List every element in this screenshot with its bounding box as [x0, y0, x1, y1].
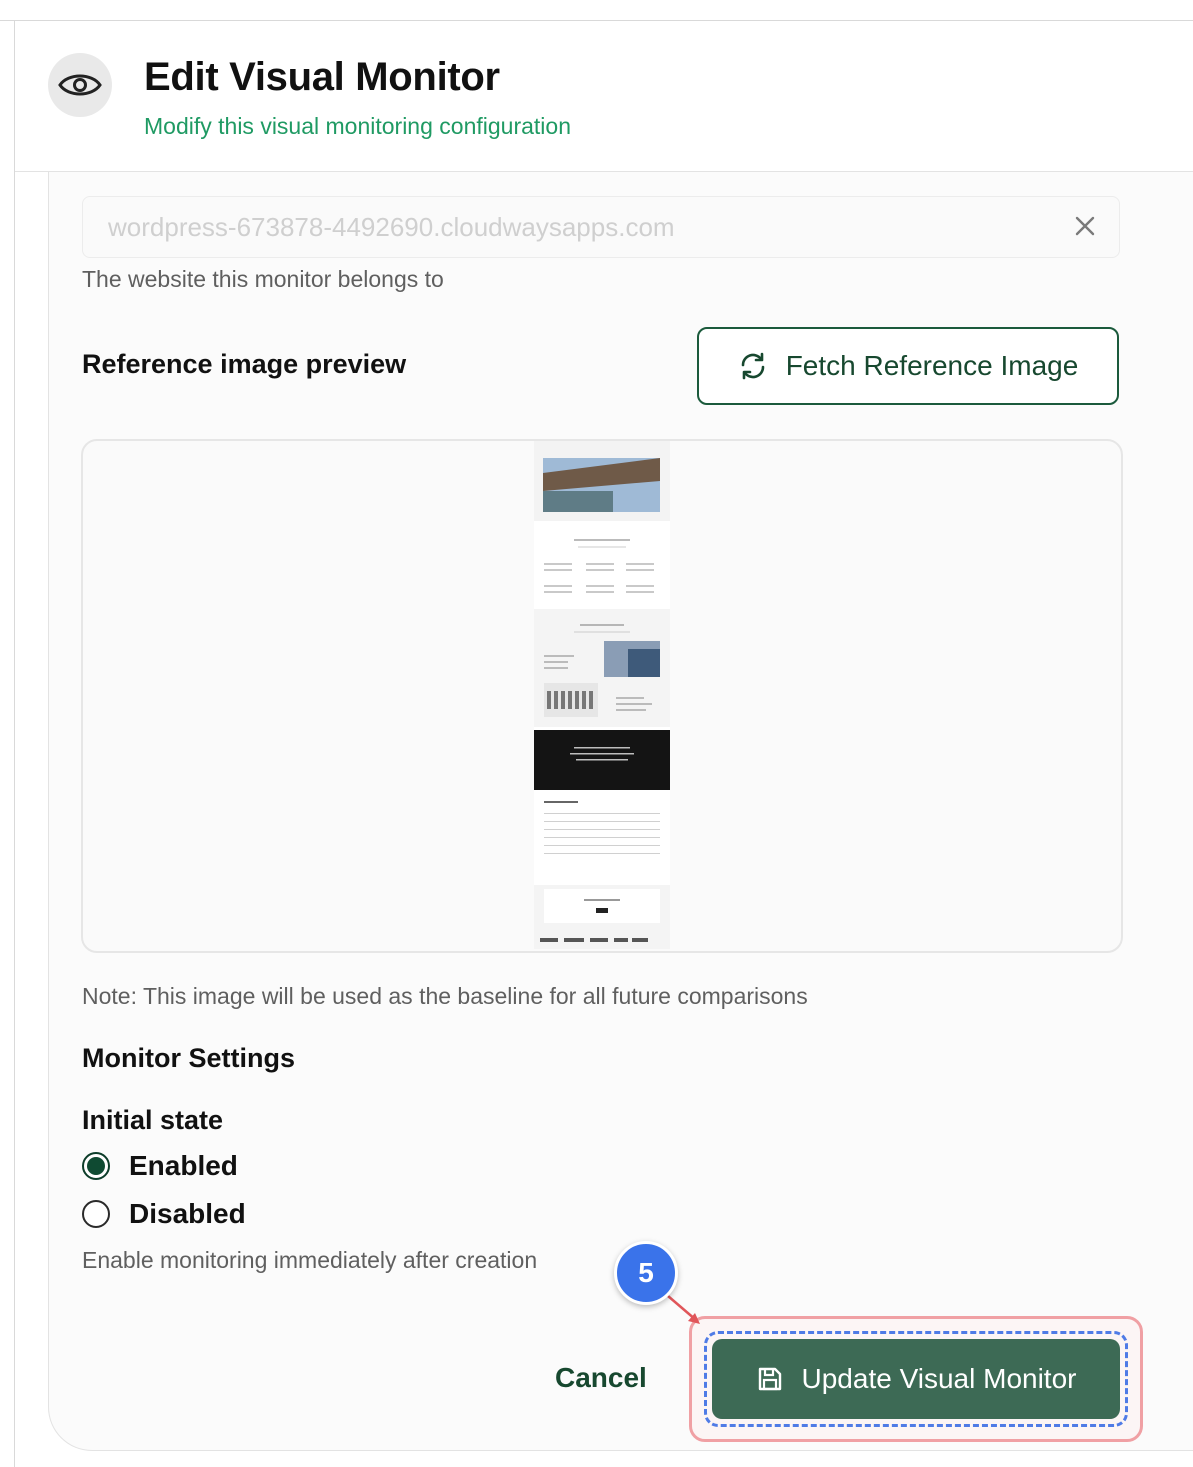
initial-state-help: Enable monitoring immediately after crea… [82, 1247, 538, 1273]
reference-preview [81, 439, 1123, 953]
page-subtitle: Modify this visual monitoring configurat… [144, 113, 571, 139]
baseline-note: Note: This image will be used as the bas… [82, 983, 808, 1009]
reference-image [534, 441, 670, 949]
update-monitor-label: Update Visual Monitor [801, 1363, 1077, 1394]
top-border [0, 0, 1193, 21]
update-monitor-button[interactable]: Update Visual Monitor [712, 1339, 1120, 1419]
cancel-button[interactable]: Cancel [555, 1362, 647, 1394]
save-icon [758, 1367, 781, 1391]
eye-icon [48, 53, 112, 117]
refresh-icon [741, 352, 765, 380]
disabled-radio[interactable] [82, 1200, 110, 1228]
enabled-radio[interactable] [82, 1152, 110, 1180]
initial-state-label: Initial state [82, 1105, 224, 1135]
disabled-radio-label[interactable]: Disabled [129, 1198, 246, 1230]
dialog-header: Edit Visual Monitor Modify this visual m… [15, 21, 1193, 172]
left-border [14, 20, 15, 1467]
enabled-radio-label[interactable]: Enabled [129, 1150, 238, 1182]
fetch-reference-button[interactable]: Fetch Reference Image [697, 327, 1119, 405]
fetch-reference-label: Fetch Reference Image [785, 350, 1079, 381]
page-title: Edit Visual Monitor [144, 55, 500, 99]
step-badge: 5 [614, 1241, 678, 1305]
website-field[interactable]: wordpress-673878-4492690.cloudwaysapps.c… [82, 196, 1120, 258]
website-field-value: wordpress-673878-4492690.cloudwaysapps.c… [108, 212, 675, 242]
close-icon[interactable] [1073, 214, 1097, 238]
monitor-settings-title: Monitor Settings [82, 1043, 295, 1073]
reference-section-title: Reference image preview [82, 349, 407, 379]
website-help-text: The website this monitor belongs to [82, 266, 444, 292]
